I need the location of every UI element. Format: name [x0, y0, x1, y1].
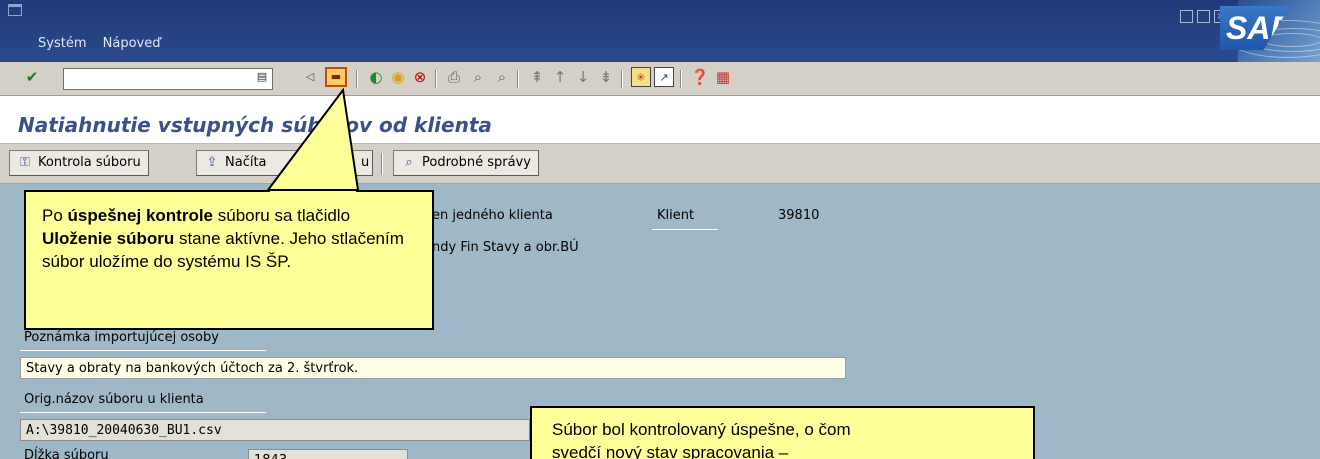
save-callout: Po úspešnej kontrole súboru sa tlačidlo … [24, 190, 434, 330]
status-callout: Súbor bol kontrolovaný úspešne, o čom sv… [530, 406, 1035, 459]
callout-joint [270, 191, 356, 194]
